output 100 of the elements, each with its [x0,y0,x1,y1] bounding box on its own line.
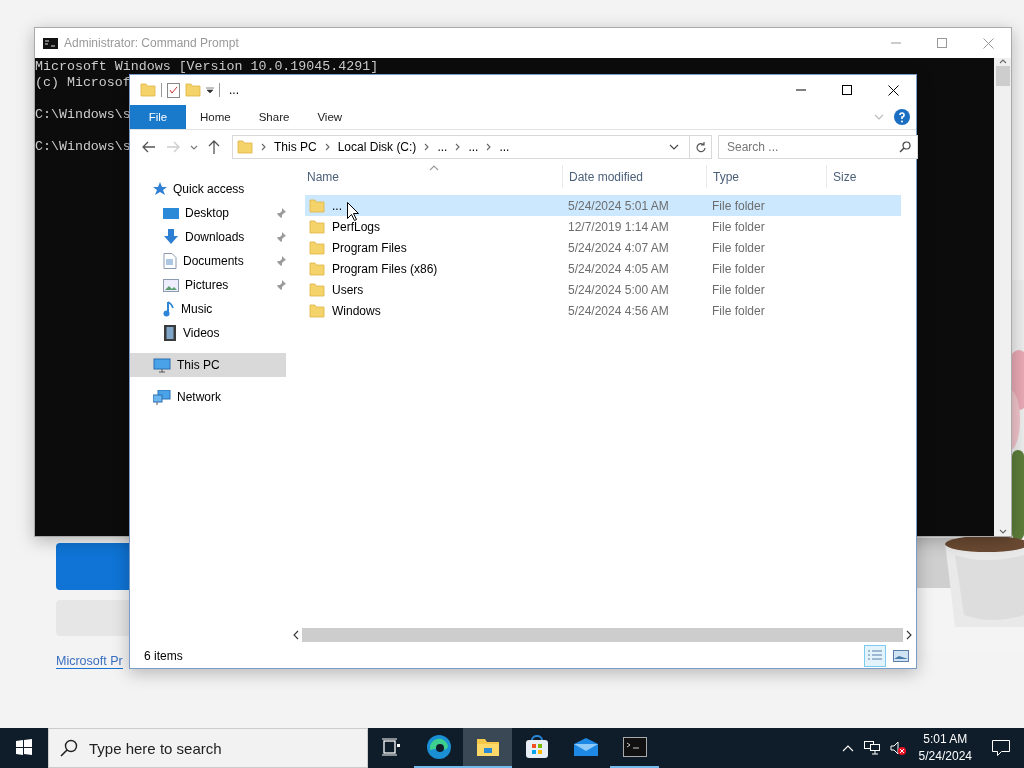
forward-arrow-icon [166,141,180,153]
date-cell-text: 5/24/2024 5:00 AM [567,282,670,297]
scrollbar-thumb[interactable] [995,66,1010,86]
window-title: ... [229,83,239,97]
help-icon [894,109,910,125]
nav-item[interactable]: This PC [130,353,286,377]
folder-icon [309,219,325,234]
up-button[interactable] [206,138,222,156]
file-name: Users [332,282,364,297]
maximize-icon [937,38,947,48]
nav-item[interactable]: Quick access [130,177,286,201]
caret-icon [841,744,854,752]
taskbar-app-button[interactable] [463,728,512,768]
folder-icon [237,139,253,155]
music-note-icon [163,301,175,317]
nav-item[interactable]: Music [130,297,286,321]
nav-item[interactable]: Desktop [130,201,286,225]
scroll-right-icon [905,629,913,640]
close-icon [887,84,899,96]
scroll-down-icon [998,528,1007,536]
folder-icon [309,303,325,318]
network-icon [863,741,880,755]
nav-item[interactable]: Pictures [130,273,286,297]
star-icon [153,182,167,196]
refresh-icon [695,141,706,153]
properties-icon [167,82,180,98]
dropdown-icon [206,86,214,94]
date-cell-text: 5/24/2024 4:56 AM [567,303,670,318]
privacy-link[interactable]: Microsoft Pr [56,654,123,669]
refresh-button[interactable] [690,135,712,159]
file-row[interactable]: Users 5/24/2024 5:00 AM File folder [305,279,901,300]
network-icon [153,389,171,405]
taskbar-search-field[interactable]: Type here to search [48,728,368,768]
large-icons-view-icon [893,650,909,662]
task-view-icon [382,738,400,756]
up-arrow-icon [208,140,220,154]
chevron-icon [260,143,267,151]
chevron-icon [485,143,493,151]
ribbon-tab[interactable]: Share [244,105,304,129]
folder-icon [309,240,325,255]
nav-item[interactable]: Videos [130,321,286,345]
column-header[interactable]: Name [305,165,562,188]
column-header[interactable]: Type [706,165,826,188]
ribbon-tab[interactable]: View [303,105,357,129]
sort-caret-icon [428,165,439,171]
date-cell-text: 5/24/2024 5:01 AM [567,198,670,213]
type-cell-text: File folder [711,282,766,297]
terminal-icon [43,37,58,49]
breadcrumb[interactable]: ... [499,140,510,154]
muted-speaker-icon [889,741,906,755]
back-button[interactable] [140,139,158,155]
file-name: ... [332,198,342,213]
nav-item[interactable]: Network [130,385,286,409]
caret-icon [190,143,198,151]
close-icon [982,37,994,49]
scroll-left-icon [292,629,300,640]
clock[interactable]: 5:01 AM 5/24/2024 [910,731,980,765]
search-field[interactable]: Search ... [718,135,918,159]
type-cell-text: File folder [711,261,766,276]
search-icon [899,141,911,153]
column-header[interactable]: Size [826,165,905,188]
chevron-icon [423,143,431,151]
console-line: (c) Microsof [35,75,131,91]
date-cell-text: 12/7/2019 1:14 AM [567,219,670,234]
terminal-icon [622,737,647,757]
file-name: Program Files [332,240,407,255]
file-name: Windows [332,303,381,318]
scroll-up-icon [998,58,1007,66]
picture-icon [163,278,179,292]
document-icon [163,253,177,269]
column-header[interactable]: Date modified [562,165,706,188]
shopping-bag-icon [524,735,549,759]
windows-logo-icon [16,739,32,755]
folder-icon [309,282,325,297]
ribbon-tab[interactable]: Home [186,105,245,129]
folder-icon [475,737,500,757]
file-row[interactable]: PerfLogs 12/7/2019 1:14 AM File folder [305,216,901,237]
file-row[interactable]: ... 5/24/2024 5:01 AM File folder [305,195,901,216]
expand-ribbon-icon [874,113,884,121]
chat-bubble-icon [992,740,1010,756]
scrollbar-thumb[interactable] [302,627,903,642]
file-row[interactable]: Program Files 5/24/2024 4:07 AM File folder [305,237,901,258]
file-menu-button[interactable]: File [130,105,186,129]
console-line: C:\Windows\s [35,107,131,123]
nav-item[interactable]: Documents [130,249,286,273]
caret-icon [669,143,679,151]
breadcrumb[interactable]: Local Disk (C:) [337,140,417,154]
file-row[interactable]: Program Files (x86) 5/24/2024 4:05 AM File folder [305,258,901,279]
new-folder-icon [185,83,201,97]
date-cell-text: 5/24/2024 4:05 AM [567,261,670,276]
console-line: Microsoft Windows [Version 10.0.19045.4291] [35,59,379,75]
breadcrumb[interactable]: ... [437,140,448,154]
maximize-icon [842,85,852,95]
nav-item[interactable]: Downloads [130,225,286,249]
file-name: Program Files (x86) [332,261,438,276]
breadcrumb[interactable]: ... [468,140,479,154]
folder-icon [309,198,325,213]
breadcrumb[interactable]: This PC [274,140,317,154]
address-bar[interactable]: This PC Local Disk (C:) ... ... ... [232,135,690,159]
file-row[interactable]: Windows 5/24/2024 4:56 AM File folder [305,300,901,321]
